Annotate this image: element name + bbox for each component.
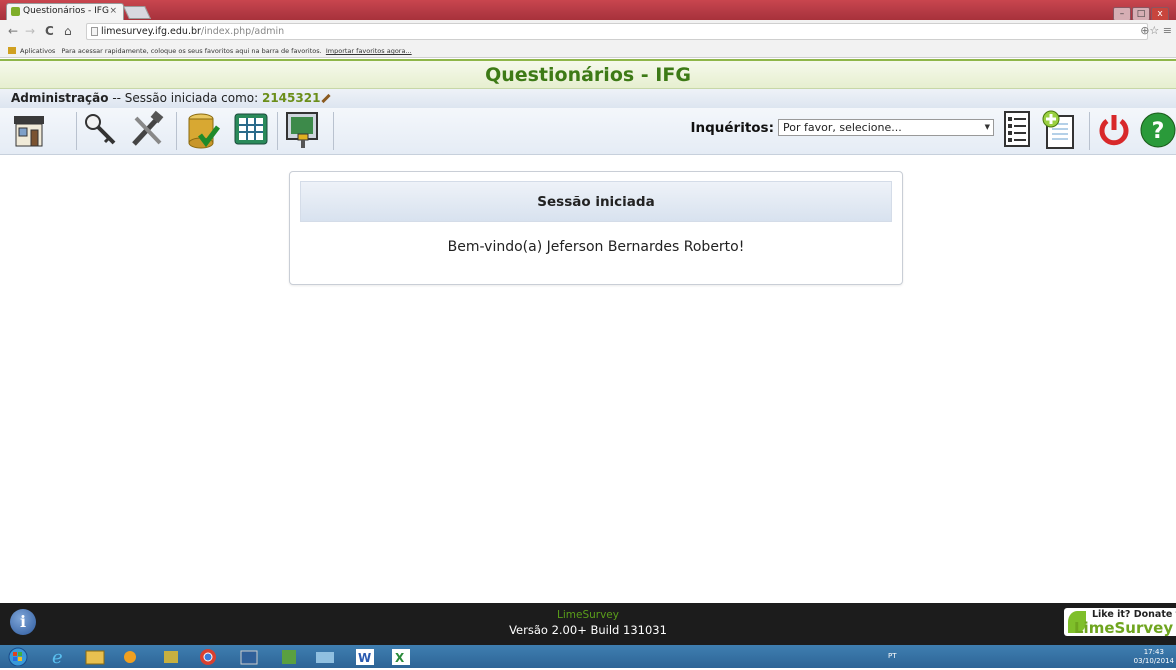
reload-icon[interactable]: C	[45, 24, 54, 38]
apps-link[interactable]: Aplicativos	[20, 47, 55, 55]
language-indicator[interactable]: PT	[888, 652, 897, 660]
maximize-icon[interactable]: □	[1132, 7, 1150, 21]
app-window-icon[interactable]	[236, 647, 264, 666]
excel-icon[interactable]: X	[388, 647, 416, 666]
svg-text:?: ?	[1152, 119, 1165, 144]
limesurvey-link[interactable]: LimeSurvey	[0, 609, 1176, 621]
url-path: /index.php/admin	[200, 26, 285, 37]
file-explorer-icon[interactable]	[82, 647, 110, 666]
donate-button[interactable]: Like it? Donate to LimeSurvey	[1064, 608, 1176, 637]
window-controls: – □ x	[1112, 1, 1172, 21]
info-icon[interactable]: i	[10, 609, 36, 635]
database-check-icon[interactable]	[184, 110, 222, 150]
bookmarks-hint: Para acessar rapidamente, coloque os seu…	[61, 47, 322, 55]
add-survey-icon[interactable]	[1040, 110, 1078, 150]
home-icon[interactable]: ⌂	[64, 24, 72, 38]
tab-close-icon[interactable]: ×	[109, 6, 117, 16]
forward-icon[interactable]: →	[25, 24, 35, 38]
clock-date: 03/10/2014	[1133, 657, 1174, 665]
bookmarks-bar: Aplicativos Para acessar rapidamente, co…	[0, 44, 1176, 58]
bookmark-star-icon[interactable]: ⊕☆	[1140, 24, 1159, 37]
edit-pencil-icon[interactable]	[321, 93, 332, 104]
tab-title: Questionários - IFG	[23, 6, 109, 16]
welcome-message: Bem-vindo(a) Jeferson Bernardes Roberto!	[447, 239, 745, 255]
media-player-icon[interactable]	[118, 647, 146, 666]
zoom-star-icons[interactable]: ⊕☆ ≡	[1140, 24, 1172, 37]
version-text: Versão 2.00+ Build 131031	[509, 623, 667, 637]
svg-text:W: W	[358, 651, 371, 665]
new-tab-button[interactable]	[122, 6, 152, 19]
footer: LimeSurvey Versão 2.00+ Build 131031	[0, 603, 1176, 645]
chrome-icon[interactable]	[196, 647, 224, 666]
url-host: limesurvey.ifg.edu.br	[101, 26, 201, 37]
url-field[interactable]: limesurvey.ifg.edu.br/index.php/admin	[86, 23, 1148, 40]
admin-bar: Administração -- Sessão iniciada como: 2…	[0, 89, 1176, 108]
limesurvey-favicon-icon	[11, 7, 20, 16]
session-panel: Sessão iniciada Bem-vindo(a) Jeferson Be…	[289, 171, 903, 285]
start-button-icon[interactable]	[6, 647, 34, 667]
word-icon[interactable]: W	[352, 647, 380, 666]
address-bar-row: ← → C ⌂ limesurvey.ifg.edu.br/index.php/…	[0, 20, 1176, 44]
home-icon[interactable]	[10, 110, 48, 150]
user-id-link[interactable]: 2145321	[262, 91, 320, 105]
tools-icon[interactable]	[128, 110, 166, 150]
key-icon[interactable]	[82, 110, 120, 150]
clock[interactable]: 17:43 03/10/2014	[1134, 648, 1174, 666]
close-window-icon[interactable]: x	[1151, 7, 1169, 21]
admin-toolbar: Inquéritos: Por favor, selecione... ▼ ?	[0, 108, 1176, 155]
app-icon[interactable]	[158, 647, 186, 666]
help-icon[interactable]: ?	[1138, 110, 1176, 150]
system-tray: PT 17:43 03/10/2014	[756, 647, 1176, 666]
surveys-select-value: Por favor, selecione...	[783, 121, 902, 134]
apps-icon[interactable]	[8, 47, 16, 54]
svg-text:e: e	[52, 647, 63, 666]
svg-text:X: X	[395, 651, 405, 665]
page-icon	[91, 27, 98, 36]
screen-brush-icon[interactable]	[284, 110, 322, 150]
windows-taskbar: e W X PT 17:43 03/10/2014	[0, 645, 1176, 668]
import-bookmarks-link[interactable]: Importar favoritos agora...	[326, 47, 412, 55]
browser-tab[interactable]: Questionários - IFG ×	[6, 3, 124, 20]
dropdown-arrow-icon: ▼	[984, 123, 990, 131]
menu-icon[interactable]: ≡	[1163, 24, 1172, 37]
surveys-label: Inquéritos:	[690, 120, 774, 136]
clock-time: 17:43	[1143, 648, 1164, 656]
survey-list-icon[interactable]	[1000, 110, 1038, 150]
surveys-select[interactable]: Por favor, selecione... ▼	[778, 119, 994, 136]
internet-explorer-icon[interactable]: e	[46, 647, 74, 668]
admin-label: Administração	[11, 91, 109, 105]
session-text: -- Sessão iniciada como:	[108, 91, 262, 105]
panel-heading: Sessão iniciada	[300, 181, 892, 222]
app-icon-2[interactable]	[312, 647, 340, 666]
project-icon[interactable]	[276, 647, 304, 666]
grid-icon[interactable]	[232, 110, 270, 150]
logout-icon[interactable]	[1096, 110, 1134, 150]
browser-tab-bar: Questionários - IFG × – □ x	[0, 0, 1176, 21]
back-icon[interactable]: ←	[8, 24, 18, 38]
site-header: Questionários - IFG	[0, 59, 1176, 89]
minimize-icon[interactable]: –	[1113, 7, 1131, 21]
site-title: Questionários - IFG	[485, 64, 691, 86]
donate-line2: LimeSurvey	[1074, 619, 1174, 637]
